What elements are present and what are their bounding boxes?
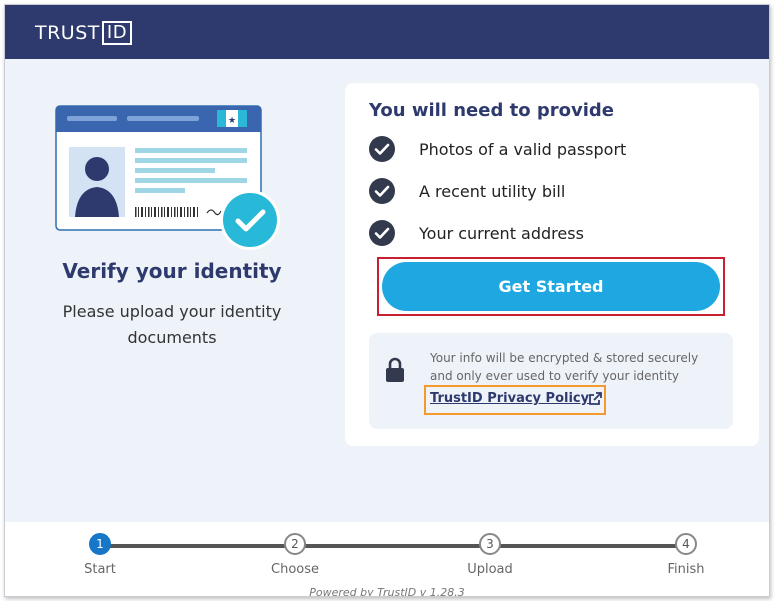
lock-icon — [386, 357, 404, 382]
privacy-policy-link[interactable]: TrustID Privacy Policy — [430, 391, 589, 406]
get-started-button[interactable]: Get Started — [382, 262, 720, 311]
step-1-label: Start — [84, 562, 116, 577]
step-2-indicator: 2 — [284, 533, 306, 555]
get-started-highlight: Get Started — [377, 257, 725, 316]
logo-id-box: ID — [101, 21, 133, 45]
check-circle-icon — [369, 220, 395, 246]
step-4-indicator: 4 — [675, 533, 697, 555]
check-circle-icon — [369, 178, 395, 204]
requirement-item: A recent utility bill — [369, 177, 565, 205]
requirement-label: Photos of a valid passport — [419, 139, 627, 159]
step-3-label: Upload — [467, 562, 513, 577]
step-3-indicator: 3 — [479, 533, 501, 555]
powered-by-text: Powered by TrustID v 1.28.3 — [309, 586, 465, 597]
logo-text: TRUST — [35, 22, 100, 44]
check-circle-icon — [369, 136, 395, 162]
svg-text:★: ★ — [228, 116, 236, 126]
step-1-indicator: 1 — [89, 533, 111, 555]
verified-check-icon — [220, 190, 280, 250]
requirement-label: A recent utility bill — [419, 181, 566, 201]
privacy-info-box: Your info will be encrypted & stored sec… — [369, 333, 733, 429]
header-bar: TRUST ID — [5, 5, 769, 59]
requirements-panel: You will need to provide Photos of a val… — [345, 83, 759, 446]
progress-footer: 1 Start 2 Choose 3 Upload 4 Finish Power… — [5, 522, 769, 596]
progress-track — [100, 544, 686, 548]
verify-title: Verify your identity — [62, 259, 282, 283]
step-2-label: Choose — [271, 562, 319, 577]
trustid-logo: TRUST ID — [35, 21, 133, 45]
external-link-icon[interactable] — [588, 392, 602, 406]
privacy-link-highlight: TrustID Privacy Policy — [424, 385, 606, 415]
requirements-heading: You will need to provide — [369, 100, 614, 121]
requirement-item: Your current address — [369, 219, 584, 247]
app-window: TRUST ID ★ Verify your identity Please u… — [4, 4, 770, 597]
requirement-item: Photos of a valid passport — [369, 135, 626, 163]
requirement-label: Your current address — [419, 223, 584, 243]
privacy-message: Your info will be encrypted & stored sec… — [430, 351, 699, 383]
verify-subtitle: Please upload your identity documents — [62, 302, 282, 347]
step-4-label: Finish — [667, 562, 705, 577]
